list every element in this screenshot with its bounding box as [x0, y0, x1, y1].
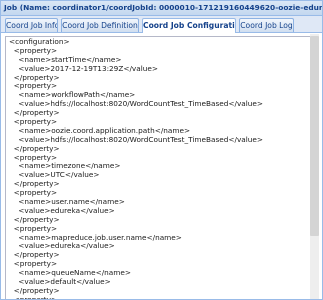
config-line: <name>workflowPath</name> — [9, 91, 136, 100]
config-line: <property> — [9, 296, 308, 299]
tab-strip: Coord Job Info Coord Job Definition Coor… — [1, 16, 322, 33]
config-line: <name>user.name</name> — [9, 198, 125, 207]
config-line: <configuration> — [9, 38, 70, 46]
config-line: <name>mapreduce.job.user.name</name> — [9, 233, 182, 242]
config-line: </property> — [9, 215, 60, 224]
config-line: </property> — [9, 109, 60, 118]
config-line: </property> — [9, 251, 60, 260]
config-line: </property> — [9, 286, 60, 295]
config-line: <property> — [9, 153, 58, 162]
config-line: <value>hdfs://localhost:8020/WordCountTe… — [9, 135, 263, 144]
config-line: <value>edureka</value> — [9, 242, 115, 251]
config-line: <value>edureka</value> — [9, 206, 115, 215]
config-line: <property> — [9, 46, 58, 55]
config-line: </property> — [9, 144, 60, 153]
config-line: <property> — [9, 82, 58, 91]
config-line: <property> — [9, 260, 58, 269]
config-line: </property> — [9, 180, 60, 189]
job-window: Job (Name: coordinator1/coordJobId: 0000… — [0, 0, 323, 300]
config-line: <value>2017-12-19T13:29Z</value> — [9, 64, 158, 73]
tab-coord-job-configuration[interactable]: Coord Job Configuration — [142, 18, 236, 33]
config-line: <property> — [9, 224, 58, 233]
tab-coord-job-info[interactable]: Coord Job Info — [5, 18, 58, 32]
config-line: <value>hdfs://localhost:8020/WordCountTe… — [9, 100, 263, 109]
config-line: <value>default</value> — [9, 278, 111, 287]
configuration-text-area[interactable]: <configuration> <property> <name>startTi… — [5, 36, 312, 299]
tab-coord-job-definition[interactable]: Coord Job Definition — [61, 18, 139, 32]
config-line: <name>startTime</name> — [9, 55, 122, 64]
config-line: </property> — [9, 73, 60, 82]
window-title: Job (Name: coordinator1/coordJobId: 0000… — [1, 1, 322, 16]
config-line: <property> — [9, 118, 58, 127]
config-line: <name>timezone</name> — [9, 162, 121, 171]
config-line: <name>queueName</name> — [9, 269, 131, 278]
config-line: <property> — [9, 189, 58, 198]
tab-coord-job-log[interactable]: Coord Job Log — [239, 18, 294, 32]
config-line: <value>UTC</value> — [9, 171, 100, 180]
config-line: <name>oozie.coord.application.path</name… — [9, 126, 191, 135]
configuration-panel: <configuration> <property> <name>startTi… — [1, 34, 322, 299]
scrollbar-thumb[interactable] — [310, 36, 319, 236]
